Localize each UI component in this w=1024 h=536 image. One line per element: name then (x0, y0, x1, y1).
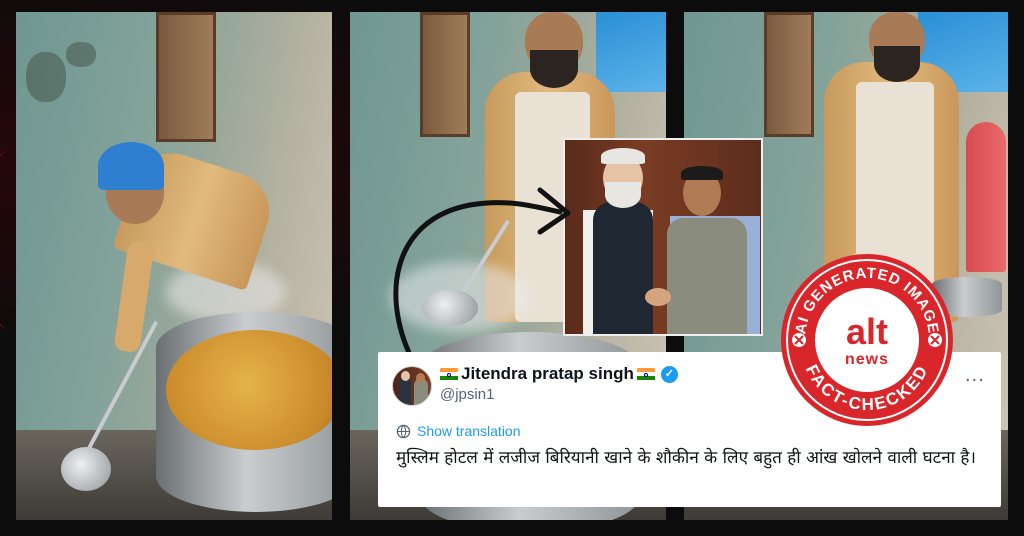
wall-stain (26, 52, 66, 102)
show-translation-label[interactable]: Show translation (417, 423, 521, 439)
alt-logo-text: alt (846, 311, 888, 352)
curved-arrow (393, 187, 571, 368)
user-handle[interactable]: @jpsin1 (440, 386, 494, 403)
avatar[interactable] (392, 366, 432, 406)
grey-jacket (667, 218, 747, 334)
white-hair (601, 148, 645, 164)
india-flag-icon (636, 367, 655, 381)
ladle (61, 447, 111, 491)
display-name-row[interactable]: Jitendra pratap singh ✓ (440, 364, 678, 384)
display-name[interactable]: Jitendra pratap singh (461, 364, 634, 384)
india-flag-icon (440, 367, 458, 381)
avatar-figure (399, 377, 411, 405)
avatar-figure (416, 373, 425, 383)
door (764, 12, 814, 137)
beard (530, 50, 578, 88)
avatar-figure (401, 371, 410, 381)
blue-cap (98, 142, 164, 190)
door (156, 12, 216, 142)
wall-stain (66, 42, 96, 67)
show-translation-link[interactable]: Show translation (396, 423, 521, 439)
beard (874, 46, 920, 82)
handshake (645, 288, 671, 306)
blue-tarp (596, 12, 666, 92)
more-options-icon[interactable]: ··· (965, 370, 985, 391)
verified-badge-icon: ✓ (660, 365, 678, 383)
translate-icon (396, 424, 411, 438)
composite-image: Jitendra pratap singh ✓ @jpsin1 ··· Show… (0, 0, 1024, 536)
white-beard (605, 182, 641, 208)
black-vest (593, 202, 653, 334)
inset-photo (563, 138, 763, 336)
avatar-figure (414, 379, 428, 405)
tweet-text: मुस्लिम होटल में लजीज बिरियानी खाने के श… (396, 448, 976, 468)
dark-hair (681, 166, 723, 180)
photo-panel-1 (16, 12, 332, 520)
fact-check-badge: AI GENERATED IMAGE FACT-CHECKED alt news (781, 254, 953, 426)
biryani (166, 330, 332, 450)
bystander (966, 122, 1006, 272)
news-logo-text: news (845, 351, 889, 368)
door (420, 12, 470, 137)
